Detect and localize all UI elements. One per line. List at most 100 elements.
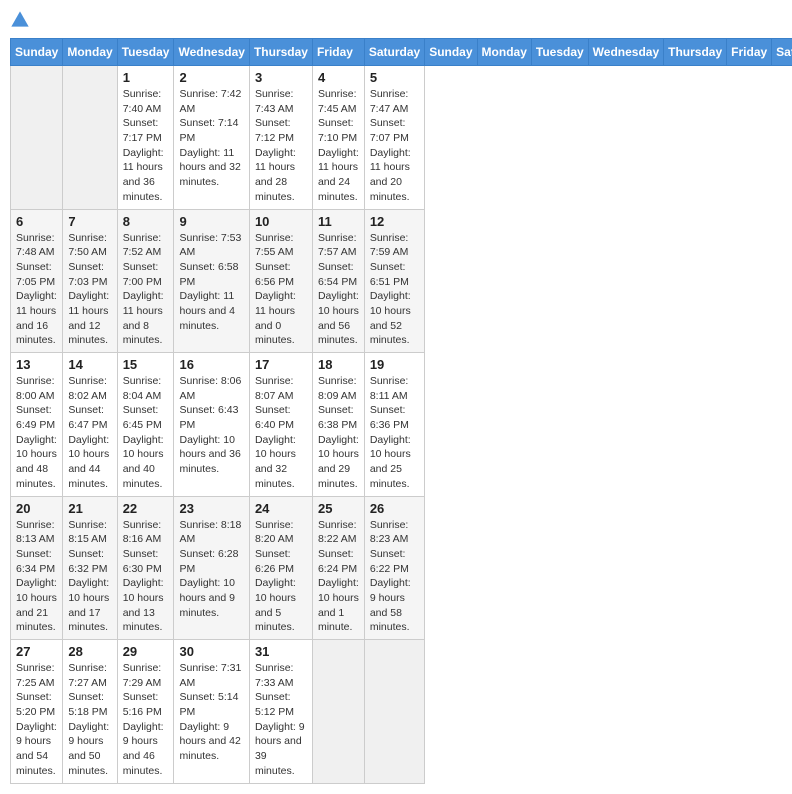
- calendar-cell: 30Sunrise: 7:31 AMSunset: 5:14 PMDayligh…: [174, 640, 249, 784]
- col-header-monday: Monday: [477, 39, 531, 66]
- week-row-2: 6 Sunrise: 7:48 AMSunset: 7:05 PMDaylight…: [11, 209, 792, 353]
- day-number: 12: [370, 214, 419, 229]
- calendar-cell: 18Sunrise: 8:09 AMSunset: 6:38 PMDayligh…: [312, 353, 364, 497]
- calendar-cell: 3Sunrise: 7:43 AMSunset: 7:12 PMDaylight…: [249, 66, 312, 210]
- logo: [10, 10, 34, 30]
- day-info: Sunrise: 7:27 AMSunset: 5:18 PMDaylight:…: [68, 661, 111, 779]
- col-header-saturday: Saturday: [364, 39, 424, 66]
- day-number: 31: [255, 644, 307, 659]
- day-info: Sunrise: 7:47 AMSunset: 7:07 PMDaylight:…: [370, 87, 419, 205]
- day-number: 27: [16, 644, 57, 659]
- col-header-friday: Friday: [727, 39, 772, 66]
- day-info: Sunrise: 7:45 AMSunset: 7:10 PMDaylight:…: [318, 87, 359, 205]
- calendar-cell: 23 Sunrise: 8:18 AMSunset: 6:28 PMDayligh…: [174, 496, 249, 640]
- calendar-cell: 9Sunrise: 7:53 AMSunset: 6:58 PMDaylight…: [174, 209, 249, 353]
- col-header-wednesday: Wednesday: [174, 39, 249, 66]
- calendar-cell: 22 Sunrise: 8:16 AMSunset: 6:30 PMDayligh…: [117, 496, 174, 640]
- day-info: Sunrise: 8:20 AMSunset: 6:26 PMDaylight:…: [255, 518, 307, 636]
- day-info: Sunrise: 7:29 AMSunset: 5:16 PMDaylight:…: [123, 661, 169, 779]
- calendar-cell: 27Sunrise: 7:25 AMSunset: 5:20 PMDayligh…: [11, 640, 63, 784]
- day-number: 9: [179, 214, 243, 229]
- calendar-cell: 20 Sunrise: 8:13 AMSunset: 6:34 PMDayligh…: [11, 496, 63, 640]
- day-info: Sunrise: 7:57 AMSunset: 6:54 PMDaylight:…: [318, 231, 359, 349]
- day-number: 6: [16, 214, 57, 229]
- day-number: 7: [68, 214, 111, 229]
- col-header-thursday: Thursday: [664, 39, 727, 66]
- week-row-5: 27Sunrise: 7:25 AMSunset: 5:20 PMDayligh…: [11, 640, 792, 784]
- calendar-cell: 10Sunrise: 7:55 AMSunset: 6:56 PMDayligh…: [249, 209, 312, 353]
- header-row: SundayMondayTuesdayWednesdayThursdayFrid…: [11, 39, 792, 66]
- calendar-cell: [63, 66, 117, 210]
- day-number: 16: [179, 357, 243, 372]
- calendar-cell: 21Sunrise: 8:15 AMSunset: 6:32 PMDayligh…: [63, 496, 117, 640]
- day-number: 24: [255, 501, 307, 516]
- calendar-cell: [364, 640, 424, 784]
- day-info: Sunrise: 8:15 AMSunset: 6:32 PMDaylight:…: [68, 518, 111, 636]
- calendar-table: SundayMondayTuesdayWednesdayThursdayFrid…: [10, 38, 792, 784]
- col-header-sunday: Sunday: [11, 39, 63, 66]
- day-number: 8: [123, 214, 169, 229]
- calendar-cell: 26Sunrise: 8:23 AMSunset: 6:22 PMDayligh…: [364, 496, 424, 640]
- calendar-cell: 1Sunrise: 7:40 AMSunset: 7:17 PMDaylight…: [117, 66, 174, 210]
- calendar-cell: 31 Sunrise: 7:33 AMSunset: 5:12 PMDayligh…: [249, 640, 312, 784]
- day-number: 26: [370, 501, 419, 516]
- day-number: 2: [179, 70, 243, 85]
- day-info: Sunrise: 7:50 AMSunset: 7:03 PMDaylight:…: [68, 231, 111, 349]
- day-number: 29: [123, 644, 169, 659]
- day-number: 18: [318, 357, 359, 372]
- page-header: [10, 10, 782, 30]
- col-header-thursday: Thursday: [249, 39, 312, 66]
- week-row-4: 20 Sunrise: 8:13 AMSunset: 6:34 PMDayligh…: [11, 496, 792, 640]
- day-info: Sunrise: 7:59 AMSunset: 6:51 PMDaylight:…: [370, 231, 419, 349]
- col-header-sunday: Sunday: [425, 39, 477, 66]
- calendar-cell: 29 Sunrise: 7:29 AMSunset: 5:16 PMDayligh…: [117, 640, 174, 784]
- calendar-cell: 7 Sunrise: 7:50 AMSunset: 7:03 PMDaylight…: [63, 209, 117, 353]
- col-header-tuesday: Tuesday: [531, 39, 588, 66]
- day-number: 1: [123, 70, 169, 85]
- logo-icon: [10, 10, 30, 30]
- col-header-friday: Friday: [312, 39, 364, 66]
- calendar-cell: 14 Sunrise: 8:02 AMSunset: 6:47 PMDayligh…: [63, 353, 117, 497]
- calendar-cell: 5 Sunrise: 7:47 AMSunset: 7:07 PMDaylight…: [364, 66, 424, 210]
- day-number: 25: [318, 501, 359, 516]
- calendar-cell: 15 Sunrise: 8:04 AMSunset: 6:45 PMDayligh…: [117, 353, 174, 497]
- calendar-cell: 24 Sunrise: 8:20 AMSunset: 6:26 PMDayligh…: [249, 496, 312, 640]
- day-number: 10: [255, 214, 307, 229]
- day-number: 4: [318, 70, 359, 85]
- week-row-1: 1Sunrise: 7:40 AMSunset: 7:17 PMDaylight…: [11, 66, 792, 210]
- day-info: Sunrise: 8:13 AMSunset: 6:34 PMDaylight:…: [16, 518, 57, 636]
- day-info: Sunrise: 7:52 AMSunset: 7:00 PMDaylight:…: [123, 231, 169, 349]
- day-number: 19: [370, 357, 419, 372]
- day-number: 30: [179, 644, 243, 659]
- day-number: 15: [123, 357, 169, 372]
- col-header-wednesday: Wednesday: [588, 39, 663, 66]
- day-info: Sunrise: 8:06 AMSunset: 6:43 PMDaylight:…: [179, 374, 243, 477]
- col-header-saturday: Saturday: [772, 39, 792, 66]
- calendar-cell: 28Sunrise: 7:27 AMSunset: 5:18 PMDayligh…: [63, 640, 117, 784]
- day-info: Sunrise: 8:18 AMSunset: 6:28 PMDaylight:…: [179, 518, 243, 621]
- calendar-cell: 25Sunrise: 8:22 AMSunset: 6:24 PMDayligh…: [312, 496, 364, 640]
- calendar-cell: 16 Sunrise: 8:06 AMSunset: 6:43 PMDayligh…: [174, 353, 249, 497]
- day-number: 5: [370, 70, 419, 85]
- day-info: Sunrise: 8:16 AMSunset: 6:30 PMDaylight:…: [123, 518, 169, 636]
- day-number: 20: [16, 501, 57, 516]
- day-number: 17: [255, 357, 307, 372]
- day-info: Sunrise: 8:04 AMSunset: 6:45 PMDaylight:…: [123, 374, 169, 492]
- col-header-monday: Monday: [63, 39, 117, 66]
- day-info: Sunrise: 7:48 AMSunset: 7:05 PMDaylight:…: [16, 231, 57, 349]
- day-number: 3: [255, 70, 307, 85]
- calendar-cell: [11, 66, 63, 210]
- day-info: Sunrise: 7:33 AMSunset: 5:12 PMDaylight:…: [255, 661, 307, 779]
- calendar-cell: 4 Sunrise: 7:45 AMSunset: 7:10 PMDaylight…: [312, 66, 364, 210]
- day-info: Sunrise: 8:02 AMSunset: 6:47 PMDaylight:…: [68, 374, 111, 492]
- day-info: Sunrise: 8:00 AMSunset: 6:49 PMDaylight:…: [16, 374, 57, 492]
- calendar-cell: 6 Sunrise: 7:48 AMSunset: 7:05 PMDaylight…: [11, 209, 63, 353]
- day-number: 11: [318, 214, 359, 229]
- day-number: 14: [68, 357, 111, 372]
- calendar-cell: [312, 640, 364, 784]
- calendar-cell: 12 Sunrise: 7:59 AMSunset: 6:51 PMDayligh…: [364, 209, 424, 353]
- day-number: 23: [179, 501, 243, 516]
- day-number: 22: [123, 501, 169, 516]
- col-header-tuesday: Tuesday: [117, 39, 174, 66]
- calendar-cell: 19Sunrise: 8:11 AMSunset: 6:36 PMDayligh…: [364, 353, 424, 497]
